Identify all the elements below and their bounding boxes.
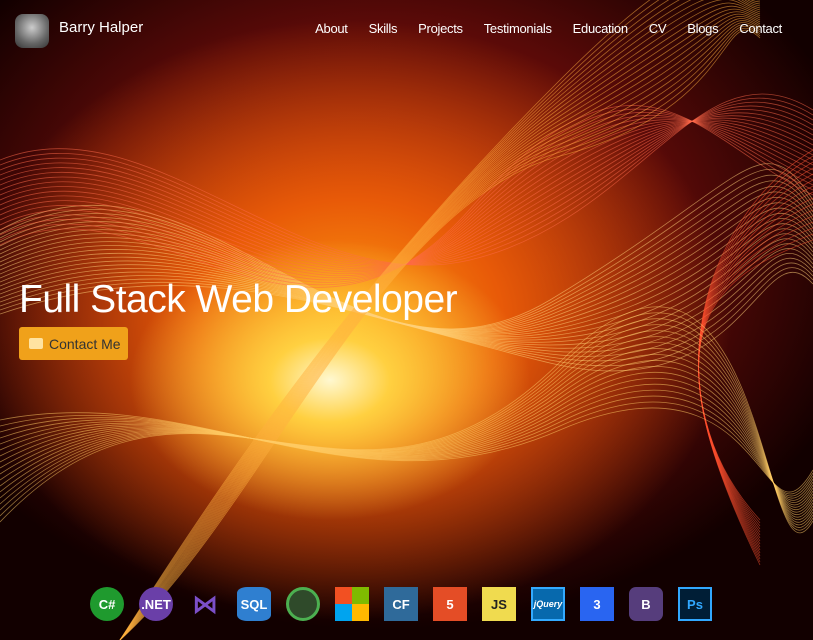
nav-cv[interactable]: CV <box>649 21 667 36</box>
skill-label: B <box>641 596 651 612</box>
nav-skills[interactable]: Skills <box>369 21 398 36</box>
bootstrap-icon: B <box>629 587 663 621</box>
skill-label: SQL <box>240 596 268 612</box>
coldfusion-icon: CF <box>384 587 418 621</box>
html5-icon: 5 <box>433 587 467 621</box>
skill-label: .NET <box>141 596 171 612</box>
nav-projects[interactable]: Projects <box>418 21 463 36</box>
skill-label: Ps <box>687 596 703 612</box>
skill-label: C# <box>98 596 116 612</box>
mongodb-icon <box>286 587 320 621</box>
hero-title: Full Stack Web Developer <box>19 278 458 321</box>
brand-name[interactable]: Barry Halper <box>59 19 143 36</box>
microsoft-icon <box>335 587 369 621</box>
skill-label: 5 <box>446 596 454 612</box>
skill-label: 3 <box>593 596 601 612</box>
envelope-icon <box>29 338 43 349</box>
skill-label: CF <box>392 596 410 612</box>
sql-icon: SQL <box>237 587 271 621</box>
contact-me-label: Contact Me <box>49 335 121 352</box>
javascript-icon: JS <box>482 587 516 621</box>
skills-icon-row: C# .NET ⋈ SQL CF 5 JS jQuery 3 B Ps <box>90 587 712 621</box>
csharp-icon: C# <box>90 587 124 621</box>
css3-icon: 3 <box>580 587 614 621</box>
dotnet-icon: .NET <box>139 587 173 621</box>
skill-label: jQuery <box>533 599 563 609</box>
nav-blogs[interactable]: Blogs <box>687 21 718 36</box>
visual-studio-icon: ⋈ <box>192 588 218 619</box>
jquery-icon: jQuery <box>531 587 565 621</box>
avatar[interactable] <box>15 14 49 48</box>
nav-about[interactable]: About <box>315 21 348 36</box>
nav-testimonials[interactable]: Testimonials <box>484 21 552 36</box>
contact-me-button[interactable]: Contact Me <box>19 327 128 360</box>
nav-education[interactable]: Education <box>573 21 628 36</box>
site-header: Barry Halper About Skills Projects Testi… <box>0 0 813 60</box>
skill-label: JS <box>491 596 507 612</box>
nav-contact[interactable]: Contact <box>739 21 782 36</box>
main-nav: About Skills Projects Testimonials Educa… <box>315 21 782 36</box>
photoshop-icon: Ps <box>678 587 712 621</box>
